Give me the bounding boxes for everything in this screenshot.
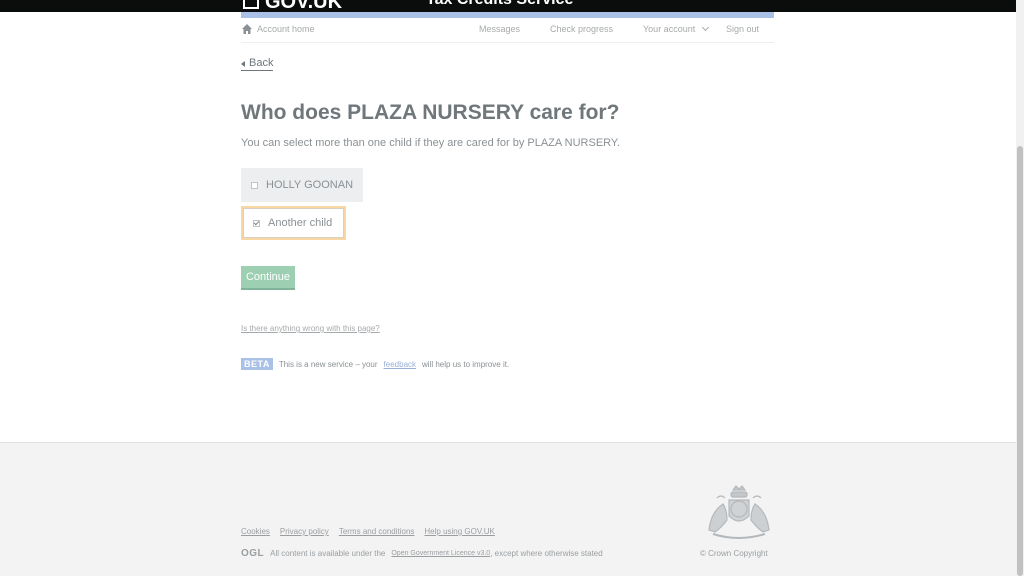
footer-links: Cookies Privacy policy Terms and conditi… [241,527,495,536]
checkbox-checked[interactable] [253,219,260,227]
account-home-link[interactable]: Account home [241,23,315,35]
footer-link-privacy[interactable]: Privacy policy [280,527,329,536]
govuk-logo-text: GOV.UK [265,0,343,12]
back-link[interactable]: Back [241,57,274,71]
service-name[interactable]: Tax Credits Service [426,0,573,9]
licence-text-after: , except where otherwise stated [490,549,603,558]
hint-text: You can select more than one child if th… [241,137,620,149]
footer-link-help[interactable]: Help using GOV.UK [424,527,494,536]
choice-label: HOLLY GOONAN [266,179,354,191]
nav-your-account[interactable]: Your account [643,23,710,34]
report-problem-link[interactable]: Is there anything wrong with this page? [241,324,380,333]
nav-check-progress[interactable]: Check progress [550,24,613,34]
nav-messages[interactable]: Messages [479,24,520,34]
footer-link-cookies[interactable]: Cookies [241,527,270,536]
feedback-link[interactable]: feedback [384,360,416,369]
beta-text-before: This is a new service – your [278,359,378,369]
footer-link-terms[interactable]: Terms and conditions [339,527,415,536]
account-nav: Account home Messages Check progress You… [241,18,774,43]
govuk-logo[interactable]: GOV.UK [243,0,342,12]
gov-header: GOV.UK Tax Credits Service [0,0,1016,12]
royal-coat-of-arms-icon[interactable] [703,484,775,542]
choice-label: Another child [268,217,333,229]
beta-text-after: will help us to improve it. [422,359,510,369]
chevron-down-icon [702,23,710,32]
page-title: Who does PLAZA NURSERY care for? [241,101,620,124]
home-icon [242,24,252,34]
licence-link[interactable]: Open Government Licence v3.0 [391,550,490,557]
licence-text-before: All content is available under the [270,549,386,558]
continue-button[interactable]: Continue [241,266,295,288]
choice-another-child[interactable]: Another child [241,206,346,240]
crown-copyright[interactable]: © Crown Copyright [700,549,768,558]
beta-banner: BETA This is a new service – your feedba… [241,358,509,370]
scrollbar-thumb[interactable] [1017,146,1023,576]
checkbox[interactable] [251,181,258,189]
crown-icon [243,0,259,9]
nav-your-account-label: Your account [643,24,696,34]
choice-holly-goonan[interactable]: HOLLY GOONAN [241,168,363,202]
ogl-logo: OGL [241,548,265,559]
nav-sign-out[interactable]: Sign out [726,24,759,34]
licence-row: OGL All content is available under the O… [241,548,603,559]
account-home-label: Account home [257,24,315,34]
beta-tag: BETA [241,358,273,370]
